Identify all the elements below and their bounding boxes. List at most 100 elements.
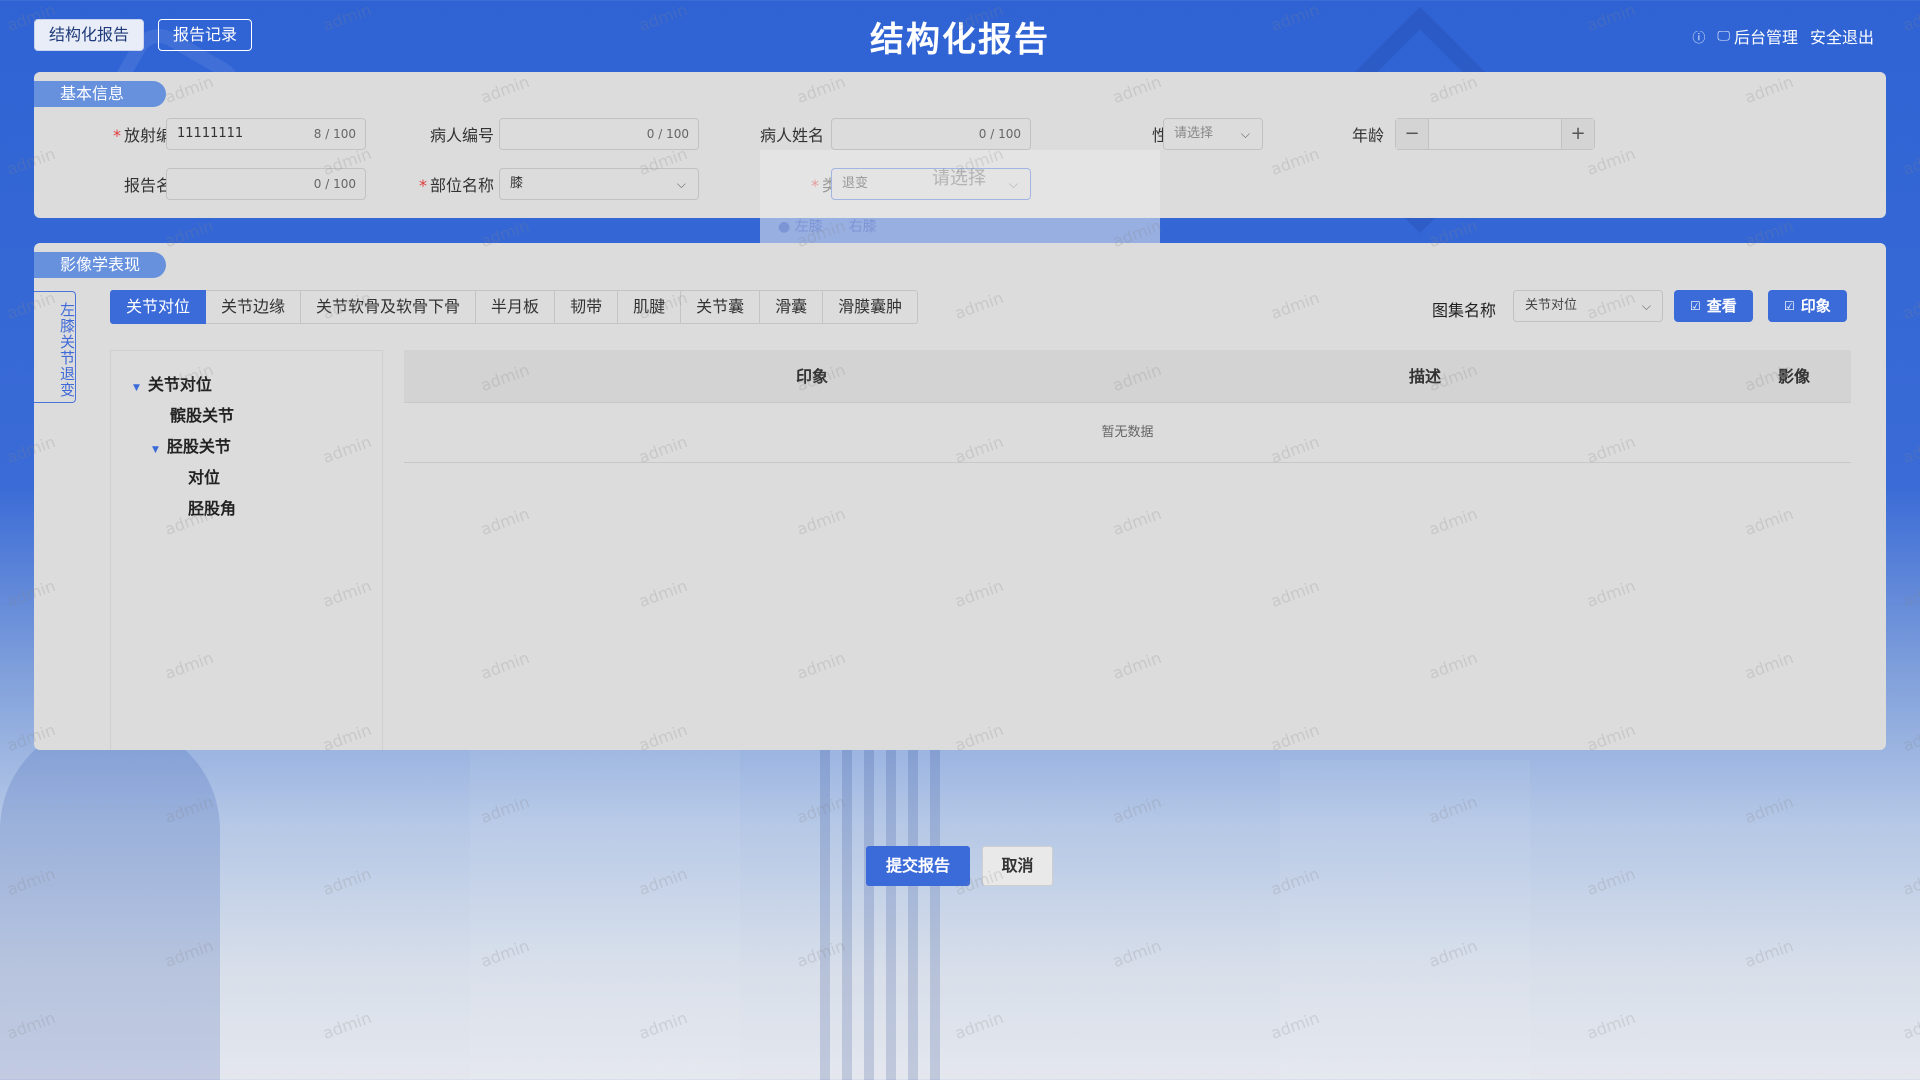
background-decoration (1280, 760, 1530, 1080)
tab-tendon[interactable]: 肌腱 (618, 290, 682, 324)
patient-name-label: 病人姓名 (759, 126, 824, 145)
watermark-text: admin (478, 935, 532, 972)
tree-node-tibiofemoral[interactable]: ▼ 胫股关节 (152, 433, 231, 457)
watermark-text: admin (478, 791, 532, 828)
background-decoration (0, 720, 220, 1080)
watermark-text: admin (162, 935, 216, 972)
diagnosis-side-tag: 左膝关节退变 (34, 291, 76, 403)
tab-meniscus[interactable]: 半月板 (476, 290, 556, 324)
header-actions: ⓘ 🖵 后台管理 安全退出 (1692, 24, 1874, 48)
report-name-counter: 0 / 100 (313, 177, 356, 191)
tree-node-root-label: 关节对位 (147, 375, 212, 394)
watermark-text: admin (794, 935, 848, 972)
edit-icon: ☑ (1690, 299, 1701, 313)
background-decoration (470, 740, 740, 1080)
monitor-icon: 🖵 (1717, 28, 1730, 44)
popup-option-right-knee[interactable]: 右膝 (849, 216, 877, 236)
view-button[interactable]: ☑ 查看 (1674, 290, 1753, 322)
finding-tree: ▼ 关节对位 髌股关节 ▼ 胫股关节 对位 胫股角 (110, 350, 383, 750)
watermark-text: admin (1426, 935, 1480, 972)
table-header: 印象 描述 影像 (404, 350, 1851, 403)
watermark-text: admin (1584, 1007, 1638, 1044)
watermark-text: admin (162, 791, 216, 828)
watermark-text: admin (1900, 719, 1920, 756)
radiology-no-counter: 8 / 100 (313, 127, 356, 141)
edit-icon: ☑ (1784, 299, 1795, 313)
watermark-text: admin (952, 1007, 1006, 1044)
app-header: 结构化报告 报告记录 结构化报告 ⓘ 🖵 后台管理 安全退出 (0, 0, 1920, 70)
minus-icon[interactable]: − (1396, 119, 1428, 149)
gender-select[interactable]: 请选择 ⌵ (1163, 118, 1263, 150)
watermark-text: admin (1900, 1007, 1920, 1044)
tree-node-tibiofemoral-angle[interactable]: 胫股角 (188, 495, 236, 519)
page-title: 结构化报告 (870, 20, 1050, 60)
column-impression: 印象 (796, 367, 829, 386)
watermark-text: admin (636, 863, 690, 900)
watermark-text: admin (1268, 1007, 1322, 1044)
chevron-down-icon: ⌵ (1641, 299, 1651, 313)
part-name-value: 膝 (510, 176, 524, 191)
plus-icon[interactable]: + (1562, 119, 1594, 149)
chevron-down-icon: ⌵ (676, 177, 686, 191)
finding-tabs: 关节对位 关节边缘 关节软骨及软骨下骨 半月板 韧带 肌腱 关节囊 滑囊 滑膜囊… (110, 290, 919, 324)
watermark-text: admin (4, 863, 58, 900)
cancel-button[interactable]: 取消 (982, 846, 1053, 886)
radiology-no-value: 11111111 (177, 126, 244, 141)
required-mark: * (112, 126, 121, 145)
logout-link[interactable]: 安全退出 (1810, 24, 1874, 48)
tab-ligament[interactable]: 韧带 (555, 290, 619, 324)
submit-report-button[interactable]: 提交报告 (866, 846, 970, 886)
atlas-value: 关节对位 (1525, 298, 1578, 313)
popup-option-left-knee[interactable]: ● 左膝 (778, 216, 823, 236)
tree-node-root[interactable]: ▼ 关节对位 (133, 371, 212, 395)
watermark-text: admin (4, 1007, 58, 1044)
watermark-text: admin (1900, 287, 1920, 324)
findings-table: 印象 描述 影像 暂无数据 (404, 350, 1851, 463)
admin-link[interactable]: 🖵 后台管理 (1717, 24, 1798, 48)
tab-joint-margin[interactable]: 关节边缘 (206, 290, 302, 324)
table-empty-text: 暂无数据 (404, 403, 1851, 463)
watermark-text: admin (1900, 575, 1920, 612)
patient-name-input[interactable]: 0 / 100 (831, 118, 1031, 150)
age-stepper[interactable]: − + (1395, 118, 1595, 150)
imaging-tag: 影像学表现 (34, 252, 166, 278)
watermark-text: admin (1900, 863, 1920, 900)
tab-cartilage[interactable]: 关节软骨及软骨下骨 (301, 290, 477, 324)
watermark-text: admin (636, 1007, 690, 1044)
basic-info-tag: 基本信息 (34, 81, 166, 107)
age-label: 年龄 (1351, 126, 1384, 145)
age-value[interactable] (1428, 119, 1562, 149)
part-name-select[interactable]: 膝 ⌵ (499, 168, 699, 200)
watermark-text: admin (1584, 863, 1638, 900)
popup-radio-group: ● 左膝 右膝 (778, 216, 877, 236)
patient-name-counter: 0 / 100 (978, 127, 1021, 141)
tab-joint-alignment[interactable]: 关节对位 (110, 290, 207, 324)
tree-expand-icon[interactable]: ▼ (152, 445, 159, 455)
tree-node-alignment[interactable]: 对位 (188, 464, 220, 488)
popup-placeholder: 请选择 (932, 168, 986, 189)
watermark-text: admin (320, 1007, 374, 1044)
tab-synovial-cyst[interactable]: 滑膜囊肿 (823, 290, 919, 324)
watermark-text: admin (1110, 791, 1164, 828)
atlas-select[interactable]: 关节对位 ⌵ (1513, 290, 1663, 322)
tree-expand-icon[interactable]: ▼ (133, 383, 140, 393)
background-decoration (820, 740, 940, 1080)
patient-no-input[interactable]: 0 / 100 (499, 118, 699, 150)
popup-option-left-knee-label: 左膝 (794, 219, 823, 235)
report-name-input[interactable]: 0 / 100 (166, 168, 366, 200)
tab-joint-capsule[interactable]: 关节囊 (681, 290, 761, 324)
impression-button-label: 印象 (1800, 297, 1831, 315)
required-mark: * (418, 176, 427, 195)
part-name-label: * 部位名称 (384, 172, 494, 196)
radiology-no-input[interactable]: 11111111 8 / 100 (166, 118, 366, 150)
info-circle-icon[interactable]: ⓘ (1692, 27, 1705, 46)
watermark-text: admin (1900, 143, 1920, 180)
impression-button[interactable]: ☑ 印象 (1768, 290, 1847, 322)
watermark-text: admin (1268, 863, 1322, 900)
watermark-text: admin (1900, 431, 1920, 468)
atlas-label: 图集名称 (1432, 301, 1497, 320)
tab-bursa[interactable]: 滑囊 (760, 290, 824, 324)
view-button-label: 查看 (1706, 297, 1737, 315)
tree-node-patellofemoral[interactable]: 髌股关节 (170, 402, 234, 426)
column-image: 影像 (1778, 367, 1811, 386)
